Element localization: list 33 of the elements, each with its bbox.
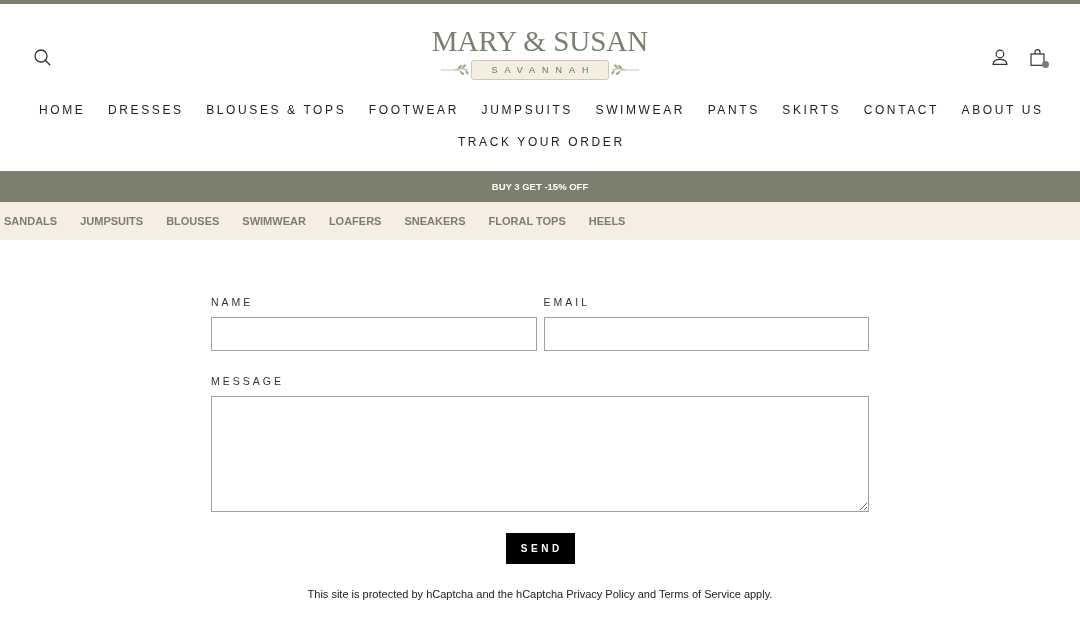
announcement-text: BUY 3 GET -15% OFF	[491, 180, 589, 194]
nav-link[interactable]: SKIRTS	[779, 94, 842, 126]
shopping-bag-icon[interactable]	[1030, 48, 1046, 66]
category-link[interactable]: SWIMWEAR	[242, 214, 306, 228]
nav-link[interactable]: TRACK YOUR ORDER	[455, 126, 625, 158]
nav-link[interactable]: BLOUSES & TOPS	[203, 94, 347, 126]
logo-ribbon: SAVANNAH	[471, 60, 609, 80]
nav-link[interactable]: CONTACT	[861, 94, 939, 126]
nav-link[interactable]: FOOTWEAR	[366, 94, 459, 126]
text-input[interactable]	[211, 317, 537, 351]
nav-link[interactable]: DRESSES	[105, 94, 184, 126]
category-link[interactable]: HEELS	[588, 214, 626, 228]
nav-link[interactable]: PANTS	[705, 94, 760, 126]
category-link[interactable]: BLOUSES	[166, 214, 220, 228]
category-link[interactable]: JUMPSUITS	[80, 214, 144, 228]
send-button[interactable]: SEND	[505, 533, 575, 564]
account-icon[interactable]	[992, 49, 1008, 65]
category-link[interactable]: FLORAL TOPS	[488, 214, 566, 228]
nav-link[interactable]: HOME	[36, 94, 86, 126]
category-link[interactable]: SANDALS	[4, 214, 58, 228]
field-label: NAME	[211, 296, 254, 308]
field-label: EMAIL	[543, 296, 590, 308]
field-label: MESSAGE	[211, 375, 284, 387]
category-link[interactable]: LOAFERS	[328, 214, 382, 228]
nav-link[interactable]: SWIMWEAR	[592, 94, 686, 126]
text-input[interactable]	[543, 317, 869, 351]
logo-title[interactable]: MARY & SUSAN	[431, 26, 649, 56]
nav-link[interactable]: JUMPSUITS	[478, 94, 573, 126]
message-textarea[interactable]	[211, 396, 869, 512]
search-icon[interactable]	[34, 48, 51, 66]
category-link[interactable]: SNEAKERS	[404, 214, 466, 228]
nav-link[interactable]: ABOUT US	[959, 94, 1044, 126]
captcha-notice: This site is protected by hCaptcha and the hCaptcha Privacy Policy and Terms of Service apply.	[306, 588, 774, 601]
